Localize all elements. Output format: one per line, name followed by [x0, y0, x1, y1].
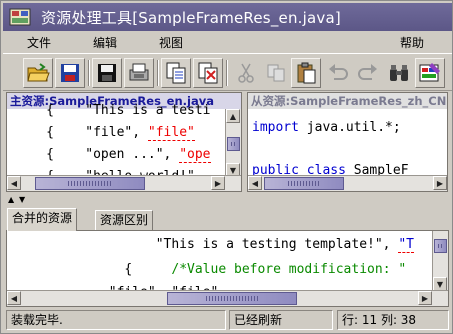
code-line: { "file", "file" [7, 125, 195, 141]
code-line: { "This is a testi [7, 103, 211, 118]
status-message: 装载完毕. [6, 310, 226, 330]
menu-file[interactable]: 文件 [27, 34, 51, 51]
code-highlight: "ope [179, 147, 211, 163]
secondary-resource-pane[interactable]: 从资源:SampleFrameRes_zh_CN.java import jav… [247, 92, 448, 192]
left-horizontal-scrollbar[interactable]: ◀ ▶ [7, 175, 241, 191]
settings-button[interactable] [415, 58, 445, 88]
settings-icon [419, 63, 440, 82]
code-prefix: { [7, 125, 86, 140]
print-button[interactable] [124, 58, 154, 88]
open-folder-icon [27, 63, 50, 82]
code-prefix: { [7, 147, 86, 162]
delete-resource-icon [198, 62, 218, 84]
secondary-resource-header: 从资源:SampleFrameRes_zh_CN.java [248, 93, 447, 109]
expand-down-arrow[interactable]: ▼ [19, 195, 25, 204]
save-button[interactable] [55, 58, 85, 88]
tab-merged-resource[interactable]: 合并的资源 [7, 208, 78, 231]
undo-icon [329, 64, 348, 80]
cut-icon [238, 63, 254, 83]
scroll-left-arrow[interactable]: ◀ [7, 291, 21, 305]
code-line: import java.util.*; [252, 120, 401, 135]
paste-icon [297, 62, 316, 84]
app-window: 资源处理工具[SampleFrameRes_en.java] 文件 编辑 视图 … [0, 0, 453, 334]
code-text: { [7, 262, 172, 277]
scroll-up-arrow[interactable]: ▲ [226, 109, 240, 123]
copy-button[interactable] [261, 58, 291, 88]
cut-button[interactable] [231, 58, 261, 88]
scroll-right-arrow[interactable]: ▶ [433, 176, 447, 190]
save-all-button[interactable] [92, 58, 122, 88]
window-title: 资源处理工具[SampleFrameRes_en.java] [41, 8, 341, 27]
scroll-left-arrow[interactable]: ◀ [248, 176, 262, 190]
status-cursor-position: 行: 11 列: 38 [337, 310, 449, 330]
app-icon [9, 8, 31, 26]
code-text: "This is a testi [85, 103, 211, 118]
scroll-thumb[interactable] [264, 177, 344, 190]
bottom-vertical-scrollbar[interactable]: ▼ [432, 231, 448, 291]
title-bar: 资源处理工具[SampleFrameRes_en.java] [3, 3, 452, 31]
find-button[interactable] [384, 58, 414, 88]
menu-bar: 文件 编辑 视图 帮助 [3, 32, 452, 52]
copy-resource-icon [166, 62, 186, 84]
scroll-down-arrow[interactable]: ▼ [433, 277, 447, 291]
code-highlight: "T [398, 237, 414, 253]
toolbar [3, 53, 452, 91]
copy-icon [267, 64, 285, 82]
code-line: { /*Value before modification: " [7, 262, 406, 277]
main-resource-pane[interactable]: 主资源:SampleFrameRes_en.java { "This is a … [6, 92, 242, 192]
code-highlight: "file" [147, 125, 195, 141]
redo-icon [358, 64, 377, 80]
toolbar-separator [226, 60, 228, 86]
menu-view[interactable]: 视图 [159, 34, 183, 51]
toolbar-separator [157, 60, 159, 86]
left-vertical-scrollbar[interactable]: ▲ ▼ [225, 109, 241, 177]
find-icon [390, 65, 408, 81]
scroll-right-arrow[interactable]: ▶ [211, 176, 225, 190]
menu-help[interactable]: 帮助 [400, 34, 424, 51]
code-comment: /*Value before modification: " [171, 262, 407, 277]
undo-button[interactable] [323, 58, 353, 88]
scroll-left-arrow[interactable]: ◀ [7, 176, 21, 190]
bottom-horizontal-scrollbar[interactable]: ◀ ▶ [7, 290, 448, 306]
code-text: "file", [85, 125, 148, 140]
merged-resource-pane[interactable]: "This is a testing template!", "T { /*Va… [6, 230, 449, 307]
open-button[interactable] [23, 58, 53, 88]
toolbar-separator [88, 60, 90, 86]
redo-button[interactable] [353, 58, 383, 88]
paste-button[interactable] [291, 58, 321, 88]
code-line: "This is a testing template!", "T [7, 237, 414, 253]
menu-edit[interactable]: 编辑 [93, 34, 117, 51]
splitter-bar[interactable]: ▲ ▼ [3, 195, 452, 204]
save-disk-icon [61, 64, 79, 82]
print-icon [129, 63, 149, 81]
scroll-thumb[interactable] [35, 177, 145, 190]
code-line: { "open ...", "ope [7, 147, 211, 163]
scroll-thumb[interactable] [227, 137, 240, 151]
tab-resource-diff[interactable]: 资源区别 [95, 210, 154, 230]
right-horizontal-scrollbar[interactable]: ◀ ▶ [248, 175, 447, 191]
collapse-up-arrow[interactable]: ▲ [8, 195, 14, 204]
delete-resource-button[interactable] [193, 58, 223, 88]
code-text: "This is a testing template!", [7, 237, 391, 252]
scroll-right-arrow[interactable]: ▶ [418, 291, 432, 305]
code-keyword: import [252, 120, 299, 135]
code-prefix: { [7, 103, 86, 118]
scroll-thumb[interactable] [434, 239, 447, 253]
copy-resource-button[interactable] [161, 58, 191, 88]
code-text: java.util.*; [298, 120, 401, 135]
status-refresh: 已经刷新 [229, 310, 333, 330]
scroll-thumb[interactable] [167, 292, 297, 305]
code-text: "open ...", [85, 147, 180, 162]
save-all-icon [98, 64, 116, 82]
